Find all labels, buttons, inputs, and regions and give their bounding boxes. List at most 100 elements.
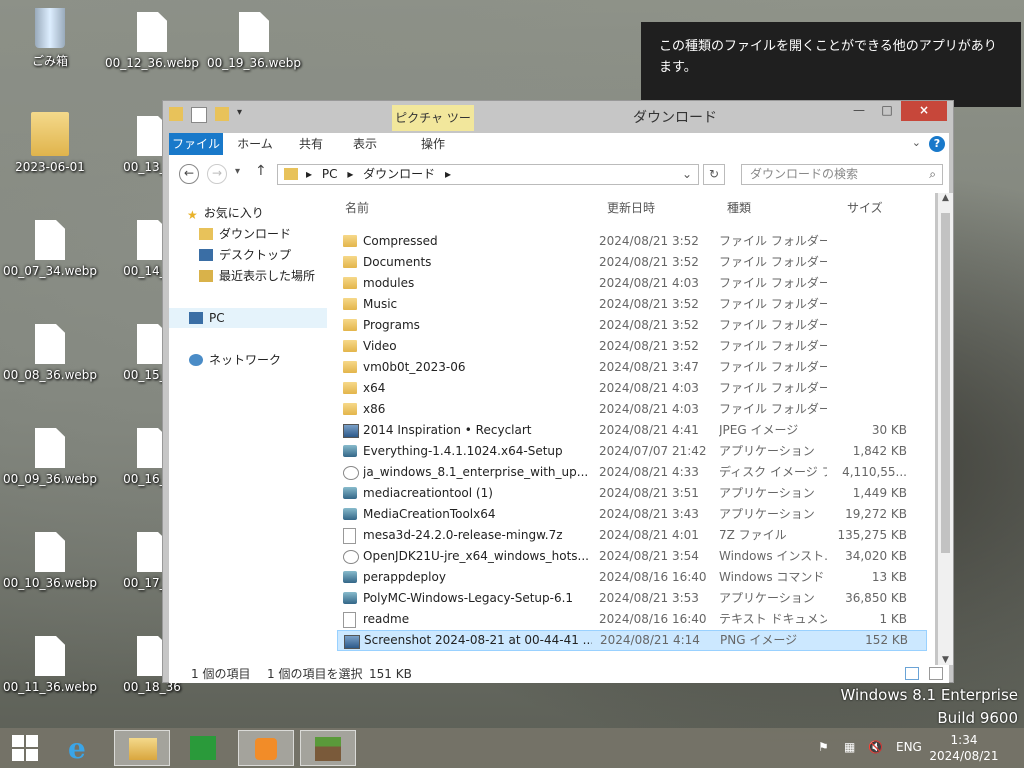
- table-row[interactable]: x86 2024/08/21 4:03 ファイル フォルダー: [337, 399, 927, 420]
- minecraft-launcher-button[interactable]: [300, 730, 356, 766]
- table-row[interactable]: mesa3d-24.2.0-release-mingw.7z 2024/08/21…: [337, 525, 927, 546]
- close-button[interactable]: ×: [901, 101, 947, 121]
- desktop-file-icon[interactable]: 00_10_36.webp: [2, 532, 98, 590]
- volume-muted-icon[interactable]: 🔇: [868, 740, 883, 754]
- scroll-down-icon[interactable]: ▼: [938, 655, 953, 665]
- table-row[interactable]: modules 2024/08/21 4:03 ファイル フォルダー: [337, 273, 927, 294]
- clock[interactable]: 1:34 2024/08/21: [924, 732, 1004, 764]
- file-icon: [35, 324, 65, 364]
- file-date: 2024/08/21 4:03: [599, 402, 699, 416]
- properties-icon[interactable]: [191, 107, 207, 123]
- new-folder-icon[interactable]: [215, 107, 229, 121]
- large-icons-view-icon[interactable]: [929, 667, 943, 680]
- folder-icon[interactable]: [169, 107, 183, 121]
- table-row[interactable]: 2014 Inspiration • Recyclart 2024/08/21 4…: [337, 420, 927, 441]
- details-view-icon[interactable]: [905, 667, 919, 680]
- column-header-type[interactable]: 種類: [727, 197, 751, 219]
- file-name: x64: [363, 381, 386, 395]
- column-header-name[interactable]: 名前: [345, 197, 369, 219]
- table-row[interactable]: Video 2024/08/21 3:52 ファイル フォルダー: [337, 336, 927, 357]
- desktop-icon: [199, 249, 213, 261]
- status-size: 151 KB: [369, 667, 412, 681]
- breadcrumb-downloads[interactable]: ダウンロード: [363, 167, 435, 181]
- column-header-date[interactable]: 更新日時: [607, 197, 655, 219]
- desktop-file-icon[interactable]: 00_08_36.webp: [2, 324, 98, 382]
- forward-button[interactable]: →: [207, 164, 227, 184]
- table-row[interactable]: Programs 2024/08/21 3:52 ファイル フォルダー: [337, 315, 927, 336]
- nav-favorites[interactable]: ★ お気に入り: [187, 203, 345, 223]
- folder-icon: [343, 298, 357, 310]
- desktop-file-icon[interactable]: 00_09_36.webp: [2, 428, 98, 486]
- column-header-size[interactable]: サイズ: [847, 197, 883, 219]
- table-row[interactable]: OpenJDK21U-jre_x64_windows_hots... 2024/0…: [337, 546, 927, 567]
- recent-locations-icon[interactable]: ▾: [235, 166, 240, 177]
- language-indicator[interactable]: ENG: [896, 740, 922, 754]
- file-explorer-button[interactable]: [114, 730, 170, 766]
- desktop-file-icon[interactable]: 00_07_34.webp: [2, 220, 98, 278]
- tab-share[interactable]: 共有: [287, 133, 335, 155]
- explorer-window: ▾ ピクチャ ツール ダウンロード — □ × ファイル ホーム 共有 表示 操…: [162, 100, 954, 683]
- desktop-folder-icon[interactable]: 2023-06-01: [2, 112, 98, 174]
- address-bar[interactable]: ▸ PC ▸ ダウンロード ▸ ⌄: [277, 164, 699, 185]
- internet-explorer-icon: e: [68, 732, 86, 765]
- table-row[interactable]: perappdeploy 2024/08/16 16:40 Windows コマンド…: [337, 567, 927, 588]
- scroll-thumb[interactable]: [941, 213, 950, 553]
- file-name: 2014 Inspiration • Recyclart: [363, 423, 532, 437]
- search-input[interactable]: ダウンロードの検索 ⌕: [741, 164, 943, 185]
- context-tab-picture-tools[interactable]: ピクチャ ツール: [392, 105, 474, 151]
- media-player-button[interactable]: [238, 730, 294, 766]
- store-button[interactable]: [176, 730, 232, 766]
- minimize-button[interactable]: —: [845, 101, 873, 121]
- nav-pc[interactable]: PC: [169, 308, 327, 328]
- internet-explorer-button[interactable]: e: [54, 730, 110, 766]
- file-name: modules: [363, 276, 415, 290]
- tab-manage[interactable]: 操作: [391, 133, 475, 155]
- start-button[interactable]: [0, 730, 50, 766]
- recycle-bin-glyph-icon: [35, 8, 65, 48]
- recycle-bin-icon[interactable]: ごみ箱: [2, 8, 98, 69]
- file-size: 1,449 KB: [852, 486, 907, 500]
- network-status-icon[interactable]: ▦: [844, 740, 855, 754]
- toast-notification[interactable]: この種類のファイルを開くことができる他のアプリがあります。: [641, 22, 1021, 107]
- table-row[interactable]: x64 2024/08/21 4:03 ファイル フォルダー: [337, 378, 927, 399]
- help-icon[interactable]: ?: [929, 136, 945, 152]
- table-row[interactable]: Music 2024/08/21 3:52 ファイル フォルダー: [337, 294, 927, 315]
- tab-view[interactable]: 表示: [341, 133, 389, 155]
- file-type: ファイル フォルダー: [719, 339, 827, 353]
- title-bar[interactable]: ▾ ピクチャ ツール ダウンロード — □ ×: [163, 101, 953, 151]
- table-row[interactable]: readme2024/08/16 16:40テキスト ドキュメント1 KB: [337, 609, 927, 630]
- nav-network[interactable]: ネットワーク: [189, 350, 347, 370]
- tab-home[interactable]: ホーム: [229, 133, 281, 155]
- scroll-up-icon[interactable]: ▲: [938, 193, 953, 203]
- up-arrow-icon[interactable]: ↑: [255, 163, 267, 179]
- address-dropdown-icon[interactable]: ⌄: [682, 165, 692, 184]
- flag-icon[interactable]: ⚑: [818, 740, 829, 754]
- expand-ribbon-icon[interactable]: ⌄: [912, 136, 921, 149]
- tab-file[interactable]: ファイル: [169, 133, 223, 155]
- table-row[interactable]: vm0b0t_2023-06 2024/08/21 3:47 ファイル フォルダー: [337, 357, 927, 378]
- vertical-scrollbar[interactable]: ▲ ▼: [938, 193, 953, 665]
- refresh-button[interactable]: ↻: [703, 164, 725, 185]
- table-row[interactable]: Everything-1.4.1.1024.x64-Setup 2024/07/0…: [337, 441, 927, 462]
- file-size: 4,110,55...: [842, 465, 907, 479]
- file-list: 名前 更新日時 種類 サイズ Compressed 2024/08/21 3:52…: [327, 193, 935, 665]
- back-button[interactable]: ←: [179, 164, 199, 184]
- table-row[interactable]: Compressed 2024/08/21 3:52 ファイル フォルダー: [337, 231, 927, 252]
- table-row[interactable]: mediacreationtool (1) 2024/08/21 3:51 アプリケ…: [337, 483, 927, 504]
- chevron-down-icon[interactable]: ▾: [237, 107, 251, 121]
- file-icon: [137, 12, 167, 52]
- desktop-file-icon[interactable]: 00_19_36.webp: [206, 12, 302, 70]
- address-row: ← → ▾ ↑ ▸ PC ▸ ダウンロード ▸ ⌄ ↻ ダウンロードの検索 ⌕: [169, 155, 949, 193]
- table-row[interactable]: MediaCreationToolx64 2024/08/21 3:43 アプリケー…: [337, 504, 927, 525]
- table-row[interactable]: ja_windows_8.1_enterprise_with_up... 2024…: [337, 462, 927, 483]
- search-icon[interactable]: ⌕: [929, 165, 936, 184]
- file-date: 2024/08/21 4:41: [599, 423, 699, 437]
- maximize-button[interactable]: □: [873, 101, 901, 121]
- table-row[interactable]: Documents 2024/08/21 3:52 ファイル フォルダー: [337, 252, 927, 273]
- desktop-file-icon[interactable]: 00_12_36.webp: [104, 12, 200, 70]
- breadcrumb-pc[interactable]: PC: [322, 167, 338, 181]
- desktop-icon-label: 00_07_34.webp: [2, 264, 98, 278]
- desktop-file-icon[interactable]: 00_11_36.webp: [2, 636, 98, 694]
- table-row[interactable]: PolyMC-Windows-Legacy-Setup-6.1 2024/08/2…: [337, 588, 927, 609]
- table-row[interactable]: Screenshot 2024-08-21 at 00-44-41 ... 202…: [337, 630, 927, 651]
